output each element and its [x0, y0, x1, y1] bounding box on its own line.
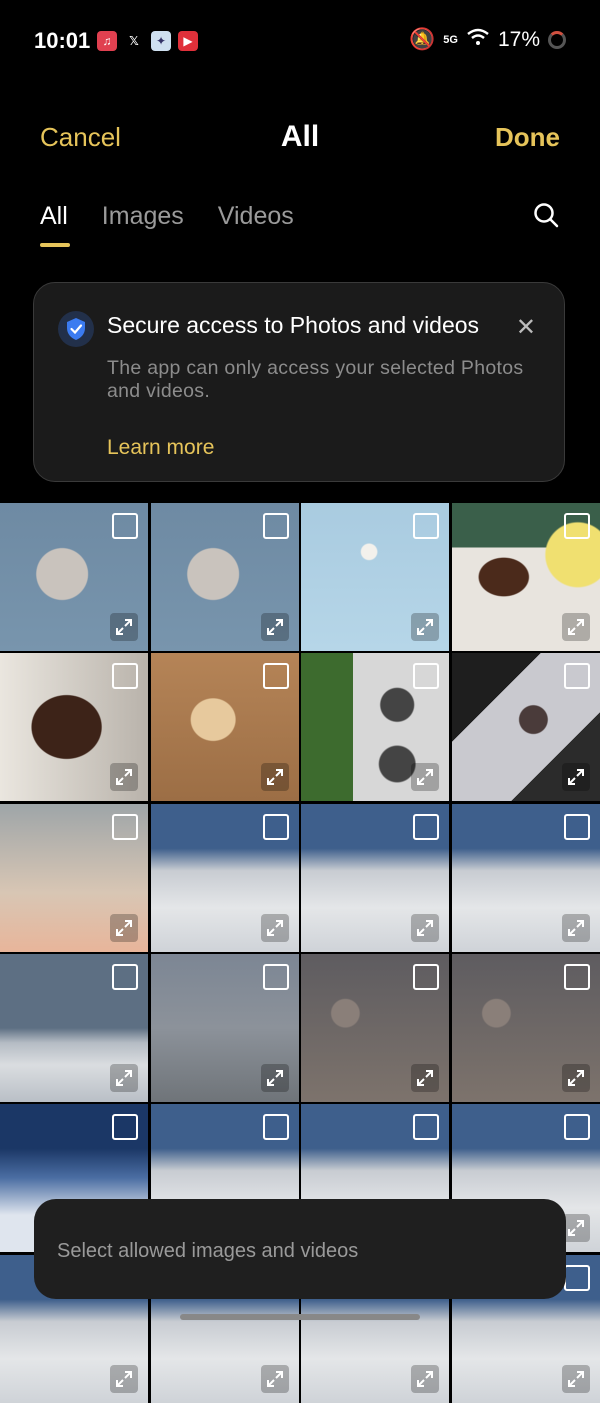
- photo-tile[interactable]: [150, 653, 299, 802]
- notification-icons: ♫ 𝕏 ✦ ▶: [97, 31, 198, 51]
- close-icon[interactable]: ✕: [516, 313, 536, 342]
- status-time: 10:01: [34, 28, 91, 53]
- photo-tile[interactable]: [451, 503, 600, 651]
- x-icon: 𝕏: [124, 31, 144, 51]
- card-title: Secure access to Photos and videos: [107, 312, 480, 338]
- select-allowed-label: Select allowed images and videos: [57, 1240, 359, 1262]
- select-checkbox[interactable]: [262, 513, 289, 539]
- expand-icon[interactable]: [260, 613, 289, 641]
- expand-icon[interactable]: [110, 1364, 138, 1393]
- status-right: 🔕 5G 17%: [409, 28, 566, 52]
- photo-tile[interactable]: [0, 803, 148, 952]
- photo-tile[interactable]: [150, 953, 299, 1102]
- photo-tile[interactable]: [0, 653, 148, 802]
- select-checkbox[interactable]: [413, 663, 439, 690]
- expand-icon[interactable]: [110, 613, 138, 641]
- expand-icon[interactable]: [411, 1364, 439, 1393]
- select-checkbox[interactable]: [112, 1114, 138, 1141]
- expand-icon[interactable]: [260, 763, 289, 792]
- battery-icon: [548, 31, 566, 49]
- card-description: The app can only access your selected Ph…: [107, 357, 524, 402]
- wifi-icon: [466, 28, 490, 52]
- expand-icon[interactable]: [411, 613, 439, 641]
- photo-tile[interactable]: [0, 503, 148, 651]
- photo-tile[interactable]: [150, 503, 299, 651]
- search-icon[interactable]: [532, 201, 560, 229]
- status-bar: 10:01 ♫ 𝕏 ✦ ▶ 🔕 5G 17%: [0, 0, 600, 82]
- select-checkbox[interactable]: [112, 813, 138, 840]
- photo-tile[interactable]: [301, 503, 449, 651]
- done-button[interactable]: Done: [495, 122, 560, 153]
- photo-tile[interactable]: [451, 953, 600, 1102]
- select-checkbox[interactable]: [112, 963, 138, 990]
- expand-icon[interactable]: [110, 1063, 138, 1092]
- expand-icon[interactable]: [561, 913, 590, 942]
- photo-tile[interactable]: [0, 953, 148, 1102]
- select-checkbox[interactable]: [413, 1114, 439, 1141]
- expand-icon[interactable]: [260, 1063, 289, 1092]
- secure-access-card: Secure access to Photos and videos ✕ The…: [33, 282, 565, 482]
- expand-icon[interactable]: [110, 913, 138, 942]
- select-checkbox[interactable]: [563, 1264, 590, 1291]
- select-checkbox[interactable]: [563, 663, 590, 690]
- photo-tile[interactable]: [301, 653, 449, 802]
- select-checkbox[interactable]: [413, 963, 439, 990]
- expand-icon[interactable]: [561, 763, 590, 792]
- bottom-action-bar[interactable]: Select allowed images and videos: [34, 1199, 566, 1299]
- photo-tile[interactable]: [301, 803, 449, 952]
- home-indicator[interactable]: [180, 1314, 420, 1320]
- learn-more-link[interactable]: Learn more: [107, 436, 214, 460]
- youtube-icon: ▶: [178, 31, 198, 51]
- expand-icon[interactable]: [411, 763, 439, 792]
- tab-videos[interactable]: Videos: [218, 202, 294, 231]
- photo-tile[interactable]: [451, 803, 600, 952]
- expand-icon[interactable]: [260, 913, 289, 942]
- select-checkbox[interactable]: [262, 1114, 289, 1141]
- mute-icon: 🔕: [409, 28, 436, 51]
- select-checkbox[interactable]: [563, 813, 590, 840]
- tab-bar: All Images Videos: [40, 202, 294, 247]
- select-checkbox[interactable]: [262, 813, 289, 840]
- tab-all[interactable]: All: [40, 202, 70, 247]
- photo-tile[interactable]: [451, 653, 600, 802]
- tab-images[interactable]: Images: [102, 202, 184, 231]
- select-checkbox[interactable]: [563, 963, 590, 990]
- expand-icon[interactable]: [260, 1364, 289, 1393]
- battery-label: 17%: [497, 28, 540, 51]
- select-checkbox[interactable]: [413, 813, 439, 840]
- select-checkbox[interactable]: [563, 1114, 590, 1141]
- expand-icon[interactable]: [561, 1364, 590, 1393]
- expand-icon[interactable]: [411, 1063, 439, 1092]
- select-checkbox[interactable]: [262, 963, 289, 990]
- photo-tile[interactable]: [301, 953, 449, 1102]
- select-checkbox[interactable]: [563, 513, 590, 539]
- photo-tile[interactable]: [150, 803, 299, 952]
- expand-icon[interactable]: [561, 613, 590, 641]
- expand-icon[interactable]: [411, 913, 439, 942]
- shield-icon: [58, 311, 94, 347]
- expand-icon[interactable]: [110, 763, 138, 792]
- select-checkbox[interactable]: [262, 663, 289, 690]
- app-icon: ✦: [151, 31, 171, 51]
- expand-icon[interactable]: [561, 1063, 590, 1092]
- select-checkbox[interactable]: [112, 513, 138, 539]
- network-label: 5G: [443, 34, 458, 46]
- music-icon: ♫: [97, 31, 117, 51]
- select-checkbox[interactable]: [112, 663, 138, 690]
- select-checkbox[interactable]: [413, 513, 439, 539]
